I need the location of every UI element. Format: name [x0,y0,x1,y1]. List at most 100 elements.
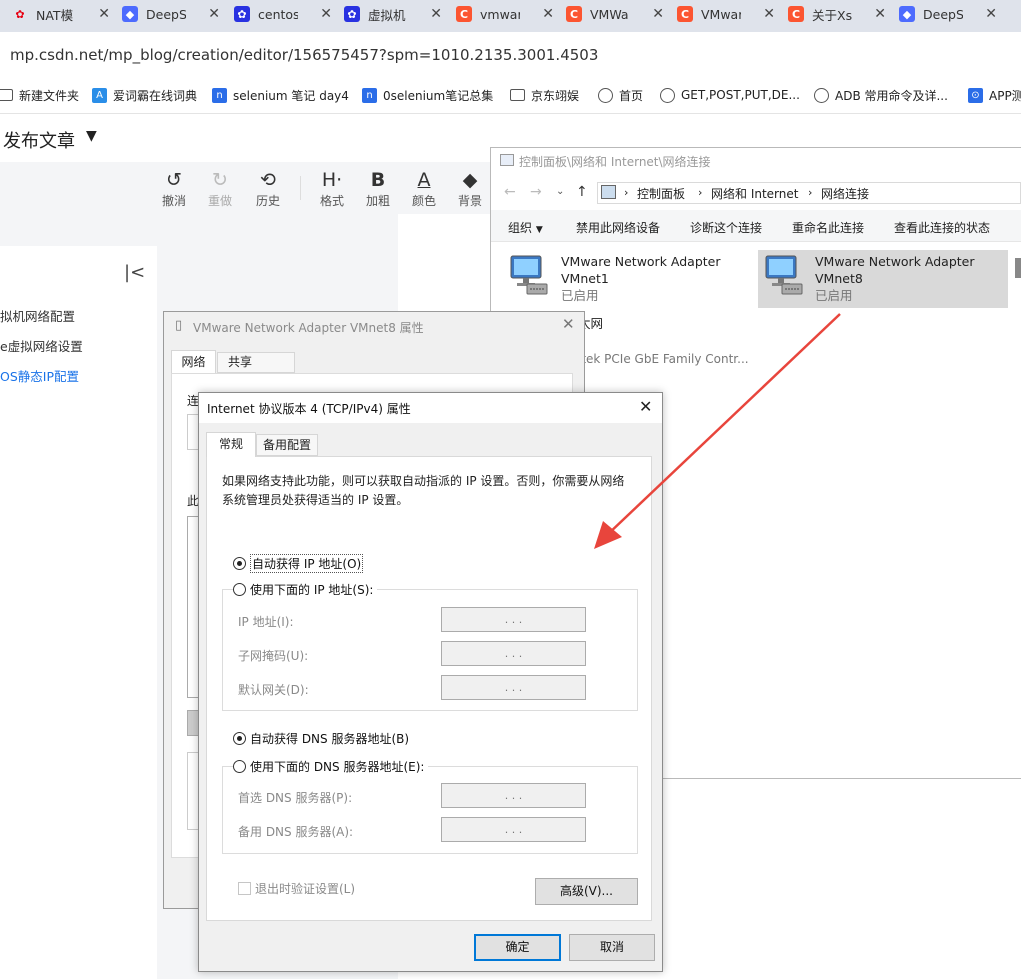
radio-selected-icon [233,557,246,570]
forward-arrow-icon[interactable]: → [530,184,542,200]
organize-menu[interactable]: 组织 ▼ [508,219,543,236]
subnet-mask-input[interactable]: . . . [441,641,586,666]
browser-tab[interactable]: ✿ NAT模 ✕ [12,0,110,28]
paint-bucket-icon: ◆ [462,169,478,191]
bold-button[interactable]: B 加粗 [358,168,398,209]
breadcrumb-item[interactable]: 网络连接 [821,185,869,202]
bookmark-label: 0selenium笔记总集 [383,88,494,103]
radio-manual-ip[interactable]: 使用下面的 IP 地址(S): [233,581,378,598]
view-status-command[interactable]: 查看此连接的状态 [894,219,990,236]
breadcrumb-item[interactable]: 网络和 Internet [711,185,798,202]
bookmark-label: 爱词霸在线词典 [113,88,198,103]
preferred-dns-input[interactable]: . . . [441,783,586,808]
browser-tab[interactable]: ✿ centos ✕ [234,0,332,28]
rename-command[interactable]: 重命名此连接 [792,219,864,236]
toolbar-divider [300,176,301,200]
bookmark-item[interactable]: ⊙ APP测 [968,85,1021,105]
browser-tab[interactable]: ◆ DeepS ✕ [122,0,220,28]
disable-device-command[interactable]: 禁用此网络设备 [576,219,660,236]
breadcrumb-item[interactable]: 控制面板 [637,185,685,202]
browser-tab[interactable]: Cvmwar ✕ [456,0,554,28]
tab-close-icon[interactable]: ✕ [985,6,997,22]
tab-alternate[interactable]: 备用配置 [256,434,318,456]
bookmark-item[interactable]: 京东翊娱 [510,85,579,105]
tab-title: DeepS [923,6,963,22]
diagnose-command[interactable]: 诊断这个连接 [690,219,762,236]
bookmark-item[interactable]: ADB 常用命令及详... [814,85,948,105]
deepseek-icon: ◆ [899,6,915,22]
tab-close-icon[interactable]: ✕ [320,6,332,22]
tab-close-icon[interactable]: ✕ [98,6,110,22]
bookmark-label: ADB 常用命令及详... [835,88,948,103]
adapter-icon: ▯ [175,318,183,333]
subnet-mask-label: 子网掩码(U): [238,649,309,663]
format-button[interactable]: H· 格式 [312,168,352,209]
ip-address-input[interactable]: . . . [441,607,586,632]
preferred-dns-label: 首选 DNS 服务器(P): [238,791,353,805]
csdn-icon: C [788,6,804,22]
tab-title: DeepS [146,6,186,22]
breadcrumb-separator: › [624,186,629,199]
net-item-ethernet-desc: ltek PCIe GbE Family Contr... [578,352,749,366]
ok-button[interactable]: 确定 [474,934,561,961]
history-button[interactable]: ⟲ 历史 [248,168,288,209]
bookmark-item[interactable]: 新建文件夹 [0,85,79,105]
bookmark-item[interactable]: 首页 [598,85,643,105]
up-arrow-icon[interactable]: ↑ [576,184,588,200]
tab-close-icon[interactable]: ✕ [208,6,220,22]
tab-title: 虚拟机 [368,7,406,23]
radio-manual-dns[interactable]: 使用下面的 DNS 服务器地址(E): [233,758,429,775]
radio-auto-ip[interactable]: 自动获得 IP 地址(O) [233,554,364,573]
dropdown-icon: ▼ [535,225,543,235]
csdn-icon: C [566,6,582,22]
breadcrumb-separator: › [808,186,813,199]
net-item-vmnet1[interactable]: VMware Network Adapter VMnet1 已启用 [561,253,721,304]
browser-tab[interactable]: C VMWa ✕ [566,0,664,28]
browser-tab[interactable]: C VMwar ✕ [677,0,775,28]
tab-close-icon[interactable]: ✕ [874,6,886,22]
tab-general[interactable]: 常规 [206,432,256,457]
net-item-vmnet8[interactable]: VMware Network Adapter VMnet8 已启用 [815,253,975,304]
tab-title: VMwar [701,6,741,22]
tab-network[interactable]: 网络 [171,350,216,374]
cancel-button[interactable]: 取消 [569,934,655,961]
bookmark-item[interactable]: n selenium 笔记 day4 [212,85,349,105]
csdn-icon: C [456,6,472,22]
back-arrow-icon[interactable]: ← [504,184,516,200]
tab-close-icon[interactable]: ✕ [542,6,554,22]
advanced-button[interactable]: 高级(V)... [535,878,638,905]
network-folder-icon [601,185,616,199]
bookmark-item[interactable]: GET,POST,PUT,DE... [660,85,800,105]
browser-tab[interactable]: ◆ DeepS ✕ [899,0,997,28]
collapse-panel-icon[interactable]: |< [124,262,145,283]
gateway-input[interactable]: . . . [441,675,586,700]
tab-sharing[interactable]: 共享 [217,352,295,373]
dialog-title: Internet 协议版本 4 (TCP/IPv4) 属性 [207,402,411,416]
caret-down-icon[interactable]: ▼ [86,128,97,144]
browser-tab[interactable]: C 关于Xsl ✕ [788,0,886,28]
bookmark-item[interactable]: A 爱词霸在线词典 [92,85,197,105]
bookmark-item[interactable]: n 0selenium笔记总集 [362,85,493,105]
background-color-button[interactable]: ◆ 背景 [450,168,490,209]
history-dropdown-icon[interactable]: ⌄ [556,186,564,197]
outline-item[interactable]: 拟机网络配置 [0,306,75,325]
outline-item[interactable]: e虚拟网络设置 [0,336,83,355]
radio-auto-dns[interactable]: 自动获得 DNS 服务器地址(B) [233,730,409,747]
alternate-dns-input[interactable]: . . . [441,817,586,842]
bookmark-label: 首页 [619,88,644,103]
bookmark-label: 新建文件夹 [19,88,80,103]
url-text[interactable]: mp.csdn.net/mp_blog/creation/editor/1565… [10,46,598,64]
validate-on-exit-checkbox[interactable]: 退出时验证设置(L) [238,880,355,897]
outline-item-active[interactable]: OS静态IP配置 [0,366,79,385]
browser-tab[interactable]: ✿ 虚拟机 ✕ [344,0,442,28]
undo-button[interactable]: ↺ 撤消 [154,168,194,209]
font-color-button[interactable]: A 颜色 [404,168,444,209]
net-item-name: VMware Network Adapter [815,254,975,269]
redo-button[interactable]: ↻ 重做 [200,168,240,209]
close-icon[interactable]: ✕ [639,397,652,416]
tab-close-icon[interactable]: ✕ [652,6,664,22]
close-icon[interactable]: ✕ [562,315,575,333]
tab-close-icon[interactable]: ✕ [430,6,442,22]
publish-title[interactable]: 发布文章 [3,127,75,153]
tab-close-icon[interactable]: ✕ [763,6,775,22]
